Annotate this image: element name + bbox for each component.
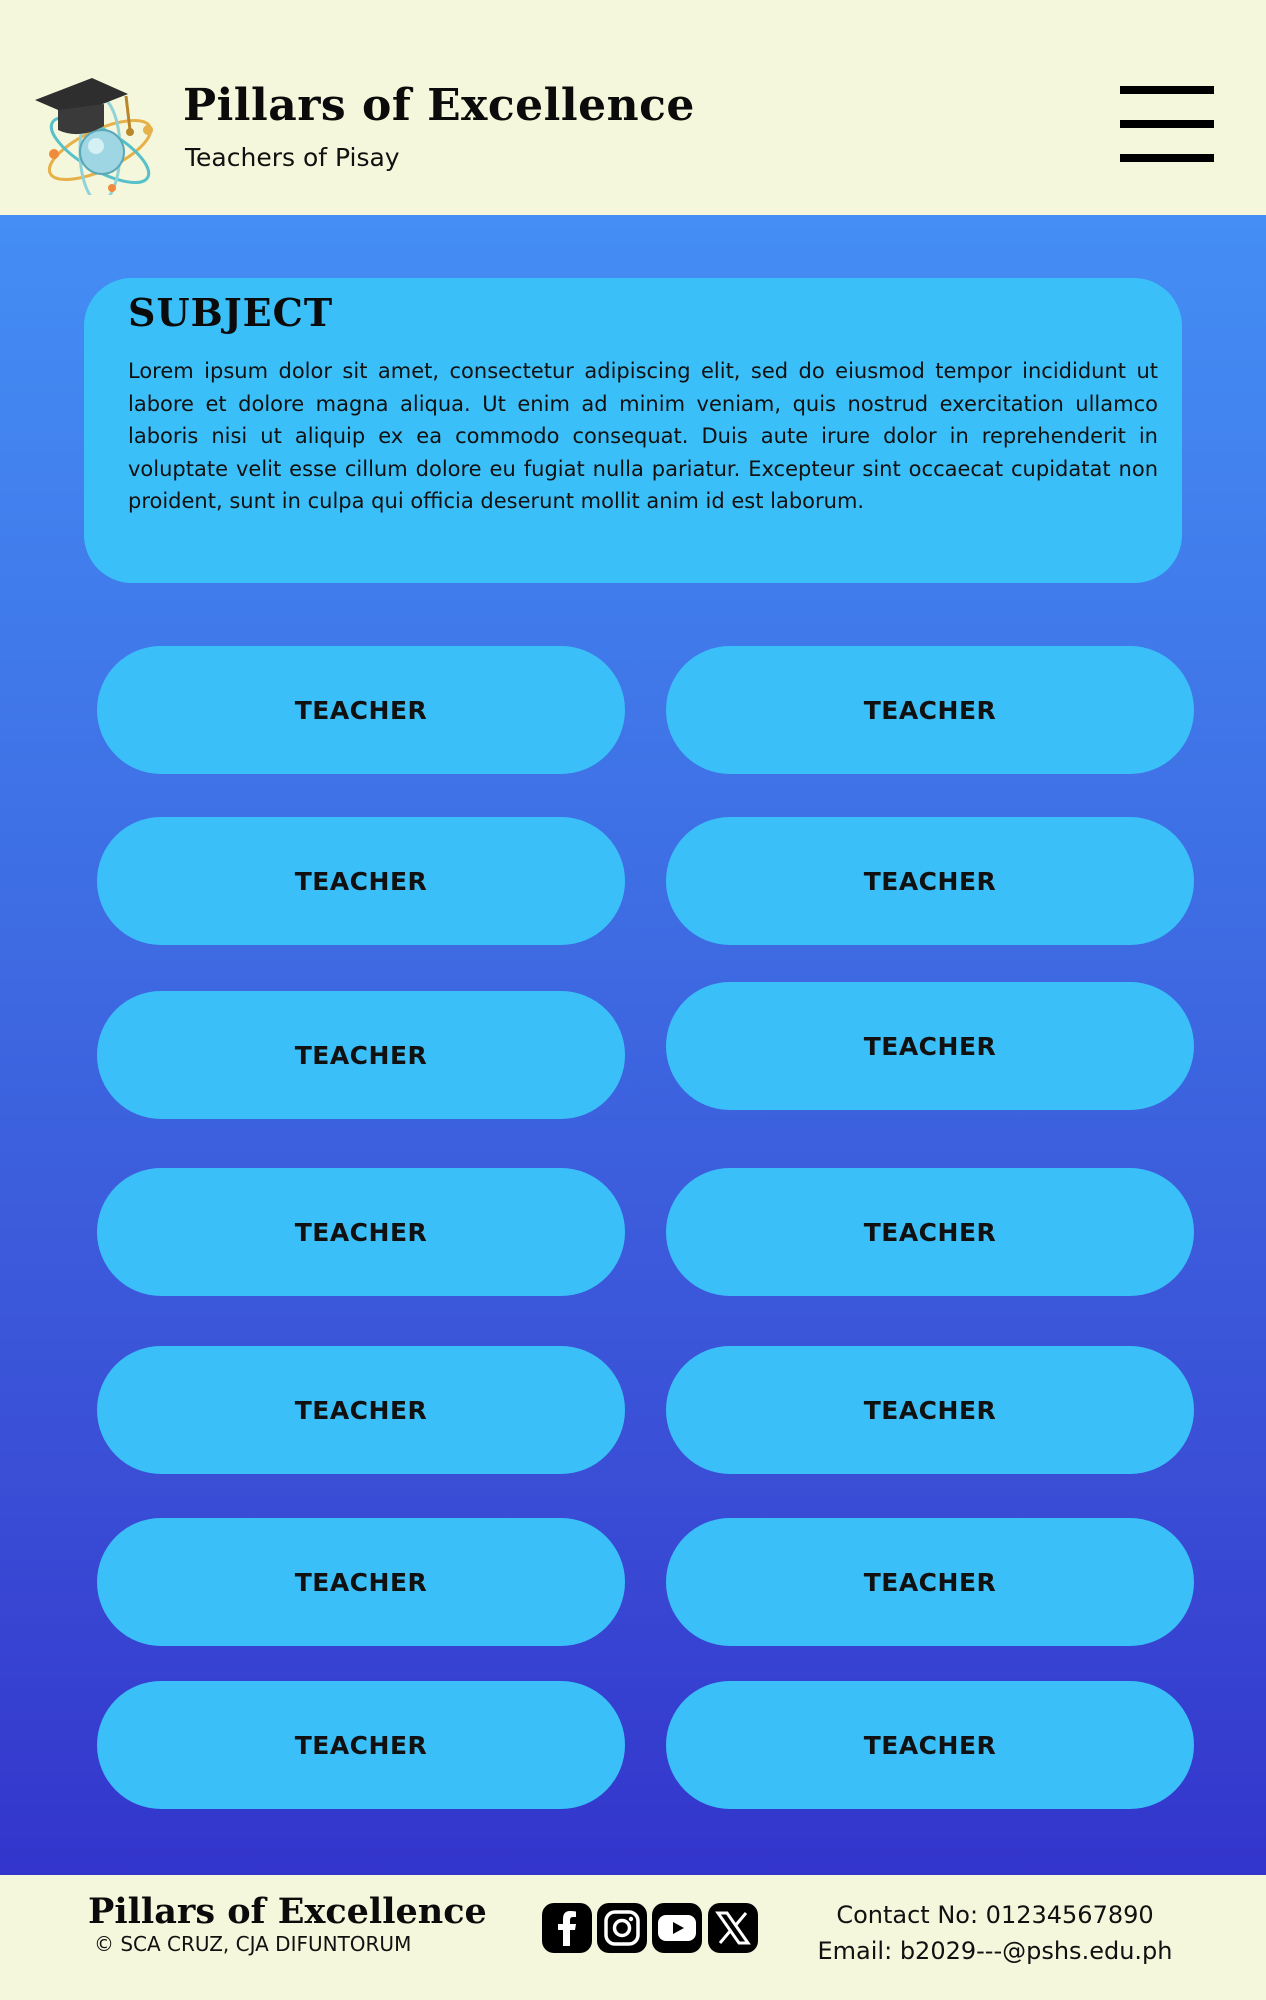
hamburger-menu-icon[interactable]	[1120, 86, 1214, 162]
teacher-button[interactable]: TEACHER	[666, 1346, 1194, 1474]
site-footer: Pillars of Excellence © SCA CRUZ, CJA DI…	[0, 1875, 1266, 2000]
facebook-icon[interactable]	[542, 1903, 592, 1953]
instagram-icon[interactable]	[597, 1903, 647, 1953]
subject-card: SUBJECT Lorem ipsum dolor sit amet, cons…	[84, 278, 1182, 583]
main-content: SUBJECT Lorem ipsum dolor sit amet, cons…	[0, 215, 1266, 1875]
teacher-button[interactable]: TEACHER	[97, 1518, 625, 1646]
menu-bar	[1120, 120, 1214, 128]
teacher-button[interactable]: TEACHER	[97, 817, 625, 945]
contact-email[interactable]: Email: b2029---@pshs.edu.ph	[815, 1933, 1175, 1969]
subject-description: Lorem ipsum dolor sit amet, consectetur …	[128, 359, 1158, 513]
teacher-button[interactable]: TEACHER	[97, 646, 625, 774]
teacher-button[interactable]: TEACHER	[97, 1346, 625, 1474]
footer-copyright: © SCA CRUZ, CJA DIFUNTORUM	[94, 1932, 412, 1956]
graduation-cap-atom-logo[interactable]	[30, 70, 165, 195]
x-glyph	[715, 1911, 751, 1945]
footer-title: Pillars of Excellence	[88, 1891, 487, 1932]
youtube-glyph	[658, 1915, 696, 1941]
teacher-button[interactable]: TEACHER	[666, 1681, 1194, 1809]
teacher-button[interactable]: TEACHER	[97, 1681, 625, 1809]
site-subtitle: Teachers of Pisay	[185, 143, 400, 172]
teacher-button[interactable]: TEACHER	[666, 646, 1194, 774]
contact-number: Contact No: 01234567890	[836, 1901, 1154, 1929]
youtube-icon[interactable]	[652, 1903, 702, 1953]
teacher-button[interactable]: TEACHER	[97, 1168, 625, 1296]
teacher-button[interactable]: TEACHER	[97, 991, 625, 1119]
instagram-glyph	[604, 1910, 640, 1946]
x-icon[interactable]	[708, 1903, 758, 1953]
contact-info: Contact No: 01234567890 Email: b2029---@…	[815, 1897, 1175, 1969]
teacher-button[interactable]: TEACHER	[666, 1168, 1194, 1296]
teacher-button[interactable]: TEACHER	[666, 1518, 1194, 1646]
teacher-button[interactable]: TEACHER	[666, 817, 1194, 945]
site-header: Pillars of Excellence Teachers of Pisay	[0, 0, 1266, 215]
menu-bar	[1120, 154, 1214, 162]
facebook-glyph	[558, 1911, 576, 1946]
site-title: Pillars of Excellence	[183, 80, 695, 131]
menu-bar	[1120, 86, 1214, 94]
teacher-button[interactable]: TEACHER	[666, 982, 1194, 1110]
subject-title: SUBJECT	[128, 290, 334, 335]
